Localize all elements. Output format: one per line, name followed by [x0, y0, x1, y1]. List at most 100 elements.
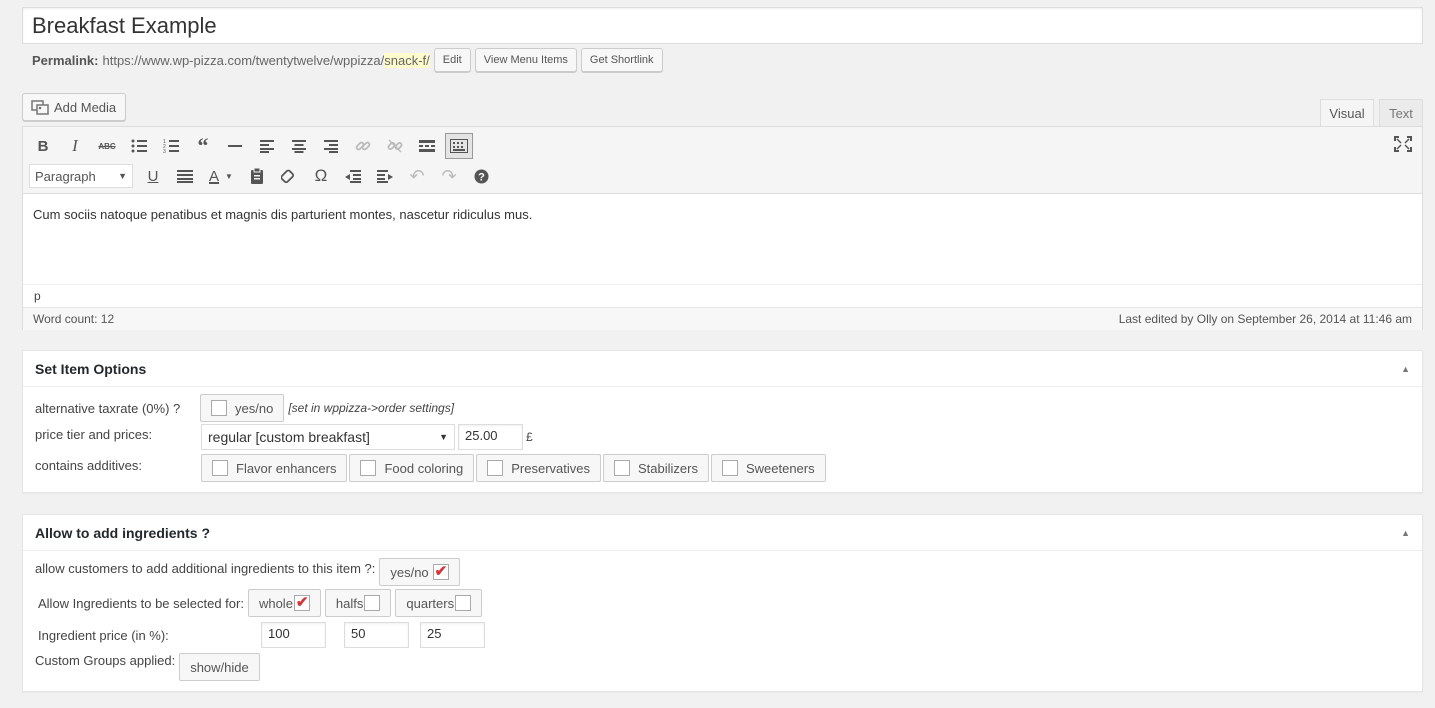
link-icon[interactable] [349, 133, 377, 159]
size-option-halfs[interactable]: halfs [324, 589, 392, 617]
editor-content[interactable]: Cum sociis natoque penatibus et magnis d… [33, 207, 532, 222]
additives-row: contains additives: Flavor enhancers Foo… [35, 454, 828, 482]
tab-visual[interactable]: Visual [1320, 99, 1374, 127]
ingredient-price-whole[interactable]: 100 [261, 622, 326, 648]
additive-checkbox[interactable] [487, 460, 504, 476]
additive-option[interactable]: Food coloring [349, 454, 475, 482]
add-media-label: Add Media [54, 99, 117, 115]
price-tier-select[interactable]: regular [custom breakfast] ▼ [201, 424, 455, 450]
collapse-arrow-icon[interactable]: ▲ [1401, 364, 1410, 374]
additive-checkbox[interactable] [613, 460, 630, 476]
permalink-row: Permalink: https://www.wp-pizza.com/twen… [32, 46, 663, 74]
allow-chip-label: yes/no [390, 564, 429, 580]
item-options-title: Set Item Options [35, 360, 147, 377]
additive-option[interactable]: Flavor enhancers [201, 454, 348, 482]
blockquote-icon[interactable]: “ [189, 133, 217, 159]
undo-icon[interactable]: ↶ [403, 163, 431, 189]
taxrate-note: [set in wppizza->order settings] [288, 401, 455, 415]
fullscreen-icon[interactable] [1392, 136, 1414, 156]
align-center-icon[interactable] [285, 133, 313, 159]
size-checkbox-whole[interactable] [293, 593, 310, 611]
align-left-icon[interactable] [253, 133, 281, 159]
format-select-value: Paragraph [35, 168, 96, 184]
additive-option[interactable]: Sweeteners [710, 454, 826, 482]
size-option-whole[interactable]: whole [247, 589, 321, 617]
additive-checkbox[interactable] [360, 460, 377, 476]
price-tier-label: price tier and prices: [35, 427, 153, 442]
permalink-label: Permalink: [32, 52, 99, 68]
word-count: Word count: 12 [33, 312, 115, 326]
text-color-icon[interactable]: A ▼ [203, 163, 239, 189]
additive-checkbox[interactable] [212, 460, 228, 476]
get-shortlink-button[interactable]: Get Shortlink [580, 48, 663, 72]
taxrate-row: alternative taxrate (0%) ? yes/no [set i… [35, 394, 454, 422]
chevron-down-icon: ▼ [439, 432, 448, 442]
tab-text[interactable]: Text [1379, 99, 1423, 127]
allow-ingredients-label: allow customers to add additional ingred… [35, 561, 376, 576]
italic-icon[interactable]: I [61, 133, 89, 159]
additive-option[interactable]: Preservatives [476, 454, 601, 482]
additive-label: Food coloring [384, 460, 464, 476]
format-select[interactable]: Paragraph ▼ [29, 164, 133, 188]
toolbar-toggle-icon[interactable] [445, 133, 473, 159]
size-option-quarters[interactable]: quarters [395, 589, 483, 617]
item-options-header[interactable]: Set Item Options ▲ [23, 351, 1422, 387]
strikethrough-icon[interactable]: ABC [93, 133, 121, 159]
paste-text-icon[interactable] [243, 163, 271, 189]
additive-label: Preservatives [511, 460, 590, 476]
size-label: quarters [406, 595, 455, 611]
read-more-icon[interactable] [413, 133, 441, 159]
price-input[interactable]: 25.00 [458, 424, 523, 450]
size-label: halfs [335, 595, 364, 611]
redo-icon[interactable]: ↷ [435, 163, 463, 189]
custom-groups-row: Custom Groups applied: show/hide [35, 653, 262, 681]
svg-text:?: ? [478, 171, 485, 183]
toolbar-row-1: B I ABC 123 “ [29, 132, 477, 160]
size-checkbox-quarters[interactable] [455, 595, 472, 611]
additive-option[interactable]: Stabilizers [602, 454, 709, 482]
unlink-icon[interactable] [381, 133, 409, 159]
additive-label: Flavor enhancers [236, 460, 337, 476]
ingredient-price-label: Ingredient price (in %): [38, 627, 169, 643]
view-menu-items-button[interactable]: View Menu Items [474, 48, 577, 72]
collapse-arrow-icon[interactable]: ▲ [1401, 528, 1410, 538]
post-title-input[interactable]: Breakfast Example [22, 7, 1423, 44]
horizontal-rule-icon[interactable] [221, 133, 249, 159]
price-tier-value: regular [custom breakfast] [208, 429, 370, 445]
taxrate-toggle[interactable]: yes/no [200, 394, 285, 422]
allow-ingredients-checkbox[interactable] [432, 562, 449, 580]
additives-label: contains additives: [35, 458, 142, 473]
indent-icon[interactable] [371, 163, 399, 189]
element-path[interactable]: p [23, 284, 1422, 307]
permalink-base[interactable]: https://www.wp-pizza.com/twentytwelve/wp… [102, 53, 384, 68]
ingredient-price-quarters[interactable]: 25 [420, 622, 485, 648]
ingredients-box: Allow to add ingredients ? ▲ allow custo… [22, 514, 1423, 692]
chevron-down-icon: ▼ [118, 171, 127, 181]
allow-ingredients-toggle[interactable]: yes/no [379, 558, 460, 586]
currency-symbol: £ [526, 430, 533, 444]
size-checkbox-halfs[interactable] [364, 595, 381, 611]
item-options-box: Set Item Options ▲ alternative taxrate (… [22, 350, 1423, 493]
bold-icon[interactable]: B [29, 133, 57, 159]
clear-formatting-icon[interactable] [275, 163, 303, 189]
underline-icon[interactable]: U [139, 163, 167, 189]
additive-checkbox[interactable] [721, 460, 738, 476]
edit-permalink-button[interactable]: Edit [433, 48, 471, 72]
select-for-label: Allow Ingredients to be selected for: [38, 595, 244, 611]
special-character-icon[interactable]: Ω [307, 163, 335, 189]
help-icon[interactable]: ? [467, 163, 495, 189]
show-hide-button[interactable]: show/hide [179, 653, 260, 681]
permalink-slug[interactable]: snack-f/ [384, 52, 430, 68]
ingredient-price-halfs[interactable]: 50 [344, 622, 409, 648]
size-label: whole [258, 595, 293, 611]
numbered-list-icon[interactable]: 123 [157, 133, 185, 159]
ingredients-header[interactable]: Allow to add ingredients ? ▲ [23, 515, 1422, 551]
allow-ingredients-row: allow customers to add additional ingred… [35, 558, 462, 586]
align-right-icon[interactable] [317, 133, 345, 159]
bullet-list-icon[interactable] [125, 133, 153, 159]
taxrate-label: alternative taxrate (0%) ? [35, 400, 181, 416]
outdent-icon[interactable] [339, 163, 367, 189]
taxrate-checkbox[interactable] [211, 400, 227, 416]
justify-icon[interactable] [171, 163, 199, 189]
add-media-button[interactable]: Add Media [22, 93, 127, 121]
